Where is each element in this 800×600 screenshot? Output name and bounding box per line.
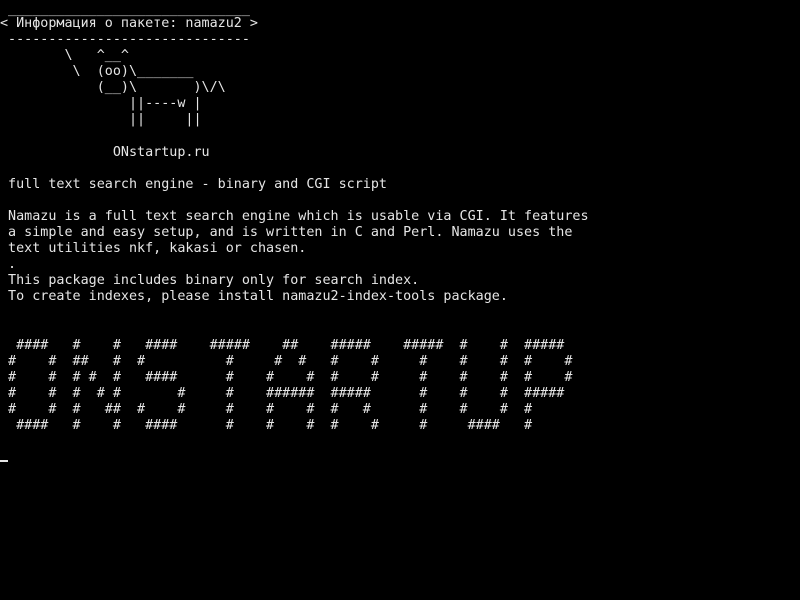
ascii-banner-line-4: # # # # # # # ###### ##### # # # ##### [0,386,565,401]
package-description-line-3: text utilities nkf, kakasi or chasen. [0,241,307,256]
ascii-banner-line-5: # # # ## # # # # # # # # # # # [0,402,533,417]
package-summary: full text search engine - binary and CGI… [0,177,387,192]
package-description-line-1: Namazu is a full text search engine whic… [0,209,589,224]
terminal-screen[interactable]: ______________________________ < Информа… [0,0,800,600]
ascii-banner-line-2: # # ## # # # # # # # # # # # # [0,354,573,369]
site-name: ONstartup.ru [0,145,210,160]
cowsay-speech-bubble: < Информация о пакете: namazu2 > [0,16,258,31]
ascii-banner-line-6: #### # # #### # # # # # # #### # [0,418,533,433]
cow-ascii-line-3: (__)\ )\/\ [0,80,226,95]
ascii-banner-line-1: #### # # #### ##### ## ##### ##### # # #… [0,338,565,353]
cow-ascii-line-5: || || [0,112,202,127]
package-description-line-2: a simple and easy setup, and is written … [0,225,573,240]
cow-ascii-line-4: ||----w | [0,96,202,111]
package-description-line-4: . [0,257,17,272]
package-description-line-5: This package includes binary only for se… [0,273,420,288]
cow-ascii-line-2: \ (oo)\_______ [0,64,194,79]
ascii-banner-line-3: # # # # # #### # # # # # # # # # # [0,370,573,385]
text-cursor [0,460,8,462]
package-description-line-6: To create indexes, please install namazu… [0,289,508,304]
cow-ascii-line-1: \ ^__^ [0,48,129,63]
cowsay-border-bottom: ------------------------------ [0,32,250,47]
